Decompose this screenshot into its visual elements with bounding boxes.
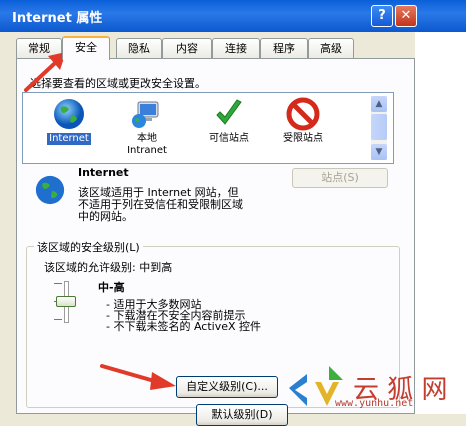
slider-tick [54,283,62,284]
security-level-slider-thumb[interactable] [56,296,76,307]
globe-icon [54,99,84,129]
zone-list: Internet 本地 Intranet 可信站点 受限站点 [22,92,394,164]
zone-local-intranet[interactable]: 本地 Intranet [115,97,179,157]
custom-level-button[interactable]: 自定义级别(C)... [176,376,278,398]
zone-trusted-sites[interactable]: 可信站点 [197,97,261,145]
tab-privacy[interactable]: 隐私 [116,38,162,58]
checkmark-icon [216,99,242,125]
zone-label-trusted: 可信站点 [209,133,249,144]
zone-list-scrollbar[interactable]: ▲ ▼ [371,96,387,160]
zone-globe-icon [35,175,65,205]
help-button[interactable]: ? [371,5,393,27]
tab-security[interactable]: 安全 [62,36,110,60]
background-area [415,32,466,414]
security-level-name: 中-高 [98,281,125,294]
zone-title: Internet [78,166,129,179]
sites-button[interactable]: 站点(S) [292,168,388,188]
annotation-arrow-custom-level [100,364,176,390]
zone-internet[interactable]: Internet [37,97,101,145]
local-intranet-icon [132,101,159,128]
level-bullet-3: - 不下载未签名的 ActiveX 控件 [106,320,262,333]
zone-restricted-sites[interactable]: 受限站点 [271,97,335,145]
tab-programs[interactable]: 程序 [260,38,308,58]
security-level-group-label: 该区域的安全级别(L) [34,239,143,255]
zone-label-restricted: 受限站点 [283,133,323,144]
allowed-levels-text: 该区域的允许级别: 中到高 [44,261,173,274]
zone-description-line-3: 中的网站。 [78,210,133,223]
close-button[interactable]: ✕ [395,5,417,27]
no-entry-icon [286,97,320,131]
window-title: Internet 属性 [12,11,103,26]
scroll-up-icon[interactable]: ▲ [371,96,387,112]
tab-advanced[interactable]: 高级 [308,38,354,58]
zone-label-intranet: 本地 Intranet [127,133,167,156]
scroll-down-icon[interactable]: ▼ [371,144,387,160]
default-level-button[interactable]: 默认级别(D) [196,404,288,426]
tab-content[interactable]: 内容 [162,38,212,58]
title-bar: Internet 属性 ? ✕ [0,0,466,32]
tab-connections[interactable]: 连接 [212,38,260,58]
watermark-url: www.yunhu.net [335,398,414,409]
scroll-thumb[interactable] [371,114,387,140]
zone-label-internet: Internet [47,133,91,145]
slider-tick [54,319,62,320]
